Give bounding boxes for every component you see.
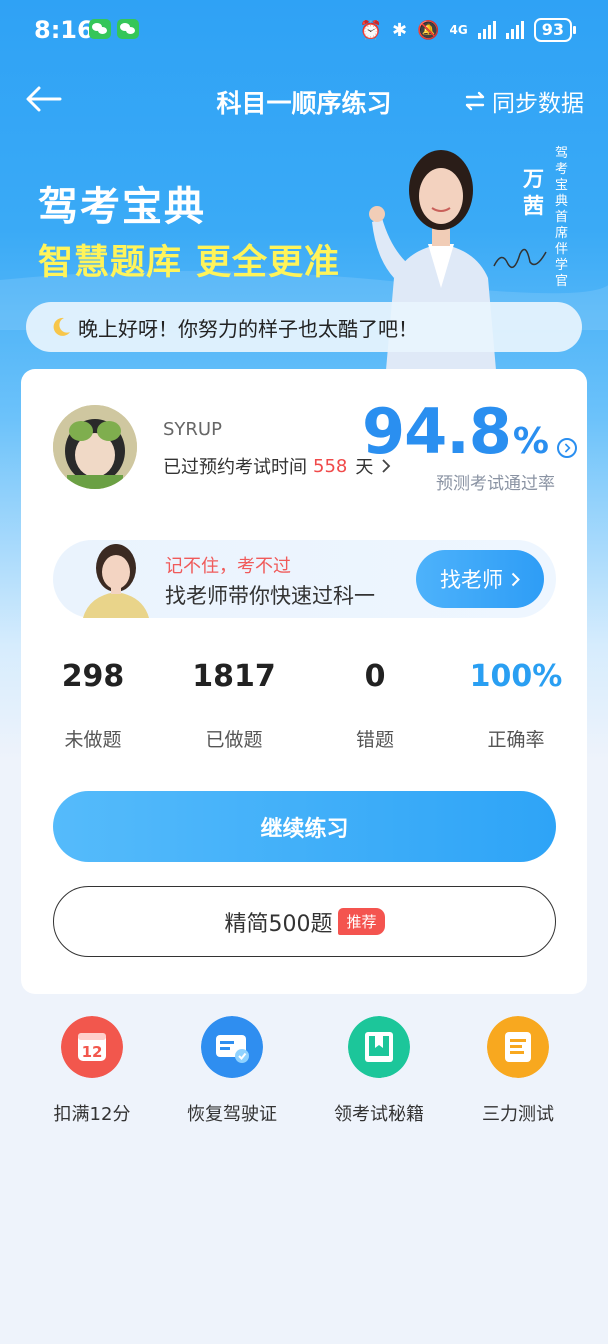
recommend-badge: 推荐 <box>338 908 385 935</box>
stat-value: 0 <box>364 659 386 694</box>
banner-title: 驾考宝典 <box>38 184 206 230</box>
banner-subtitle-2: 更全更准 <box>196 243 341 283</box>
find-teacher-label: 找老师 <box>440 568 503 592</box>
sync-icon <box>465 91 485 111</box>
stat-answered[interactable]: 1817 已做题 <box>164 659 304 752</box>
battery-icon: 93 <box>533 18 577 42</box>
tool-label: 恢复驾驶证 <box>187 1104 277 1125</box>
tool-deduct-12[interactable]: 12 扣满12分 <box>22 1016 162 1126</box>
practice-card: SYRUP 已过预约考试时间 558 天 94.8 % 预测考试通过率 记不住，… <box>21 369 587 994</box>
find-teacher-banner[interactable]: 记不住，考不过 找老师带你快速过科一 找老师 <box>53 540 556 618</box>
circle-chevron-right-icon[interactable] <box>557 438 577 458</box>
pass-rate[interactable]: 94.8 % <box>362 395 549 468</box>
tool-label: 三力测试 <box>482 1104 554 1125</box>
wechat-notification-icon <box>89 19 111 39</box>
user-avatar[interactable] <box>53 405 137 489</box>
document-icon <box>487 1016 549 1078</box>
status-bar: 8:16 ⏰ ✱ 🔕 4G 93 <box>0 0 608 62</box>
stat-label: 正确率 <box>487 729 545 751</box>
pass-rate-label: 预测考试通过率 <box>436 474 555 494</box>
tool-restore-license[interactable]: 恢复驾驶证 <box>162 1016 302 1126</box>
stat-value: 1817 <box>192 659 276 694</box>
alarm-icon: ⏰ <box>359 19 383 41</box>
tool-grid: 12 扣满12分 恢复驾驶证 领考试秘籍 三力测试 <box>0 1016 608 1126</box>
stat-value: 100% <box>469 659 563 694</box>
find-teacher-button[interactable]: 找老师 <box>416 550 544 608</box>
practice-stats: 298 未做题 1817 已做题 0 错题 100% 正确率 <box>21 659 587 759</box>
network-type: 4G <box>449 23 468 37</box>
exam-date-link[interactable]: 已过预约考试时间 558 天 <box>163 453 391 479</box>
stat-label: 未做题 <box>64 729 122 751</box>
moon-icon <box>53 317 70 336</box>
banner-subtitle-1: 智慧题库 <box>38 243 183 283</box>
sync-data-label: 同步数据 <box>492 91 584 117</box>
bluetooth-icon: ✱ <box>392 19 408 41</box>
endorser-signature <box>493 248 547 269</box>
endorser-name: 万茜 <box>523 167 544 218</box>
calendar-12-icon: 12 <box>61 1016 123 1078</box>
pass-rate-unit: % <box>512 421 549 462</box>
license-restore-icon <box>201 1016 263 1078</box>
wechat-notification-icon <box>117 19 139 39</box>
greeting-bar: 晚上好呀！你努力的样子也太酷了吧！ <box>26 302 582 352</box>
signal-icon <box>477 21 496 39</box>
simplified-500-label: 精简500题 <box>224 911 333 937</box>
tool-three-ability-test[interactable]: 三力测试 <box>448 1016 588 1126</box>
book-icon <box>348 1016 410 1078</box>
mute-icon: 🔕 <box>417 19 440 41</box>
stat-unanswered[interactable]: 298 未做题 <box>23 659 163 752</box>
username: SYRUP <box>163 419 222 440</box>
stat-label: 已做题 <box>205 729 263 751</box>
banner-subtitle: 智慧题库 更全更准 <box>38 234 354 285</box>
signal-icon <box>505 21 524 39</box>
pass-rate-value: 94.8 <box>361 395 512 468</box>
chevron-right-icon <box>511 572 520 586</box>
exam-days-prefix: 已过预约考试时间 <box>163 457 307 478</box>
stat-wrong[interactable]: 0 错题 <box>305 659 445 752</box>
tool-label: 领考试秘籍 <box>334 1104 424 1125</box>
teacher-photo <box>83 544 149 618</box>
continue-practice-button[interactable]: 继续练习 <box>53 791 556 862</box>
calendar-glyph: 12 <box>82 1043 103 1061</box>
teacher-tagline: 记不住，考不过 <box>165 556 291 577</box>
sync-data-button[interactable]: 同步数据 <box>464 84 584 118</box>
status-icons: ⏰ ✱ 🔕 4G 93 <box>359 18 577 42</box>
endorser-title: 驾考宝典首席伴学官 <box>555 146 569 289</box>
exam-days-count: 558 <box>313 455 348 477</box>
status-time: 8:16 <box>34 16 94 44</box>
stat-label: 错题 <box>355 729 394 751</box>
tool-label: 扣满12分 <box>53 1104 131 1125</box>
stat-value: 298 <box>61 659 125 694</box>
simplified-500-button[interactable]: 精简500题 推荐 <box>53 886 556 957</box>
teacher-description: 找老师带你快速过科一 <box>165 584 375 608</box>
greeting-text: 晚上好呀！你努力的样子也太酷了吧！ <box>78 316 418 341</box>
tool-exam-guide[interactable]: 领考试秘籍 <box>309 1016 449 1126</box>
stat-accuracy[interactable]: 100% 正确率 <box>446 659 586 752</box>
